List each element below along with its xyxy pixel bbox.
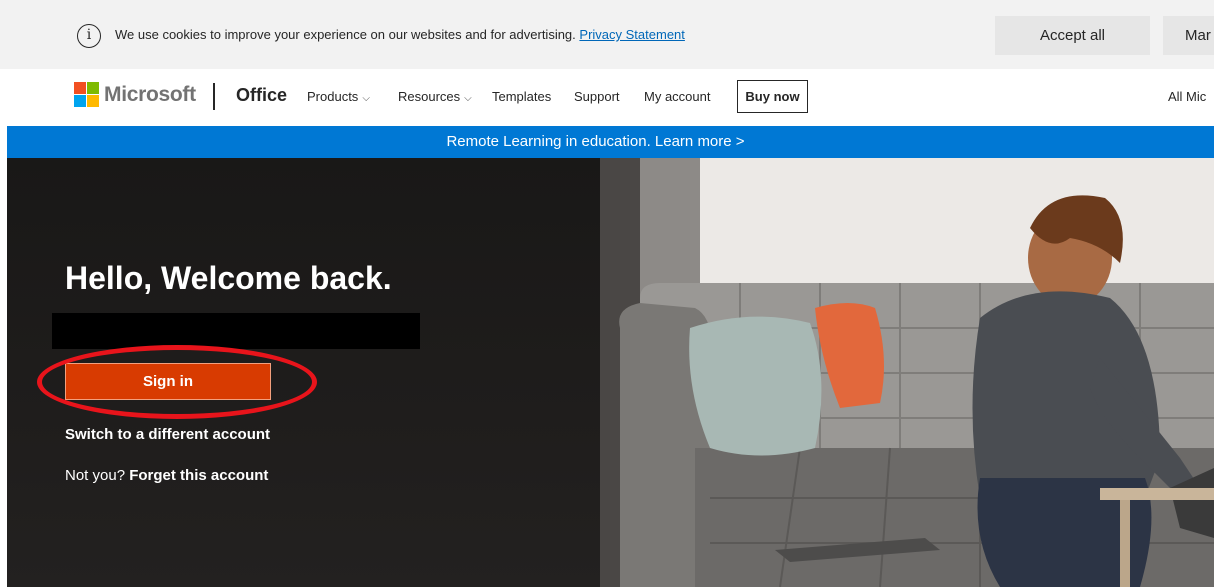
office-product-link[interactable]: Office [236,85,287,106]
forget-account-link[interactable]: Forget this account [129,467,268,484]
microsoft-logo-icon[interactable] [74,82,99,107]
nav-resources[interactable]: Resources ⌵ [398,89,472,104]
not-you-line: Not you? Forget this account [65,467,268,484]
cookie-message-text: We use cookies to improve your experienc… [115,27,576,42]
manage-cookies-button[interactable]: Mar [1163,16,1214,55]
info-icon: i [77,24,101,48]
switch-account-link[interactable]: Switch to a different account [65,426,270,443]
nav-my-account[interactable]: My account [644,89,710,104]
microsoft-brand[interactable]: Microsoft [104,83,196,107]
highlight-ring-annotation [37,345,317,419]
nav-support[interactable]: Support [574,89,620,104]
nav-products-label: Products [307,89,359,104]
buy-now-button[interactable]: Buy now [737,80,808,113]
header-divider [213,83,215,110]
nav-products[interactable]: Products ⌵ [307,89,370,104]
cookie-banner: i We use cookies to improve your experie… [0,0,1214,69]
chevron-down-icon: ⌵ [362,93,370,104]
remote-learning-link[interactable]: Remote Learning in education. Learn more… [446,133,744,150]
welcome-heading: Hello, Welcome back. [65,260,392,296]
not-you-label: Not you? [65,467,126,484]
site-header: Microsoft Office Products ⌵ Resources ⌵ Te… [0,69,1214,126]
redacted-account-name [52,313,420,349]
hero-section: Hello, Welcome back. Sign in Switch to a… [7,158,1214,587]
accept-all-button[interactable]: Accept all [995,16,1150,55]
hero-photo [600,158,1214,587]
privacy-statement-link[interactable]: Privacy Statement [579,27,685,42]
nav-resources-label: Resources [398,89,461,104]
cookie-message: We use cookies to improve your experienc… [115,27,685,42]
all-microsoft-menu[interactable]: All Mic [1168,89,1206,104]
promo-banner: Remote Learning in education. Learn more… [7,126,1214,158]
nav-templates[interactable]: Templates [492,89,551,104]
chevron-down-icon: ⌵ [464,93,472,104]
